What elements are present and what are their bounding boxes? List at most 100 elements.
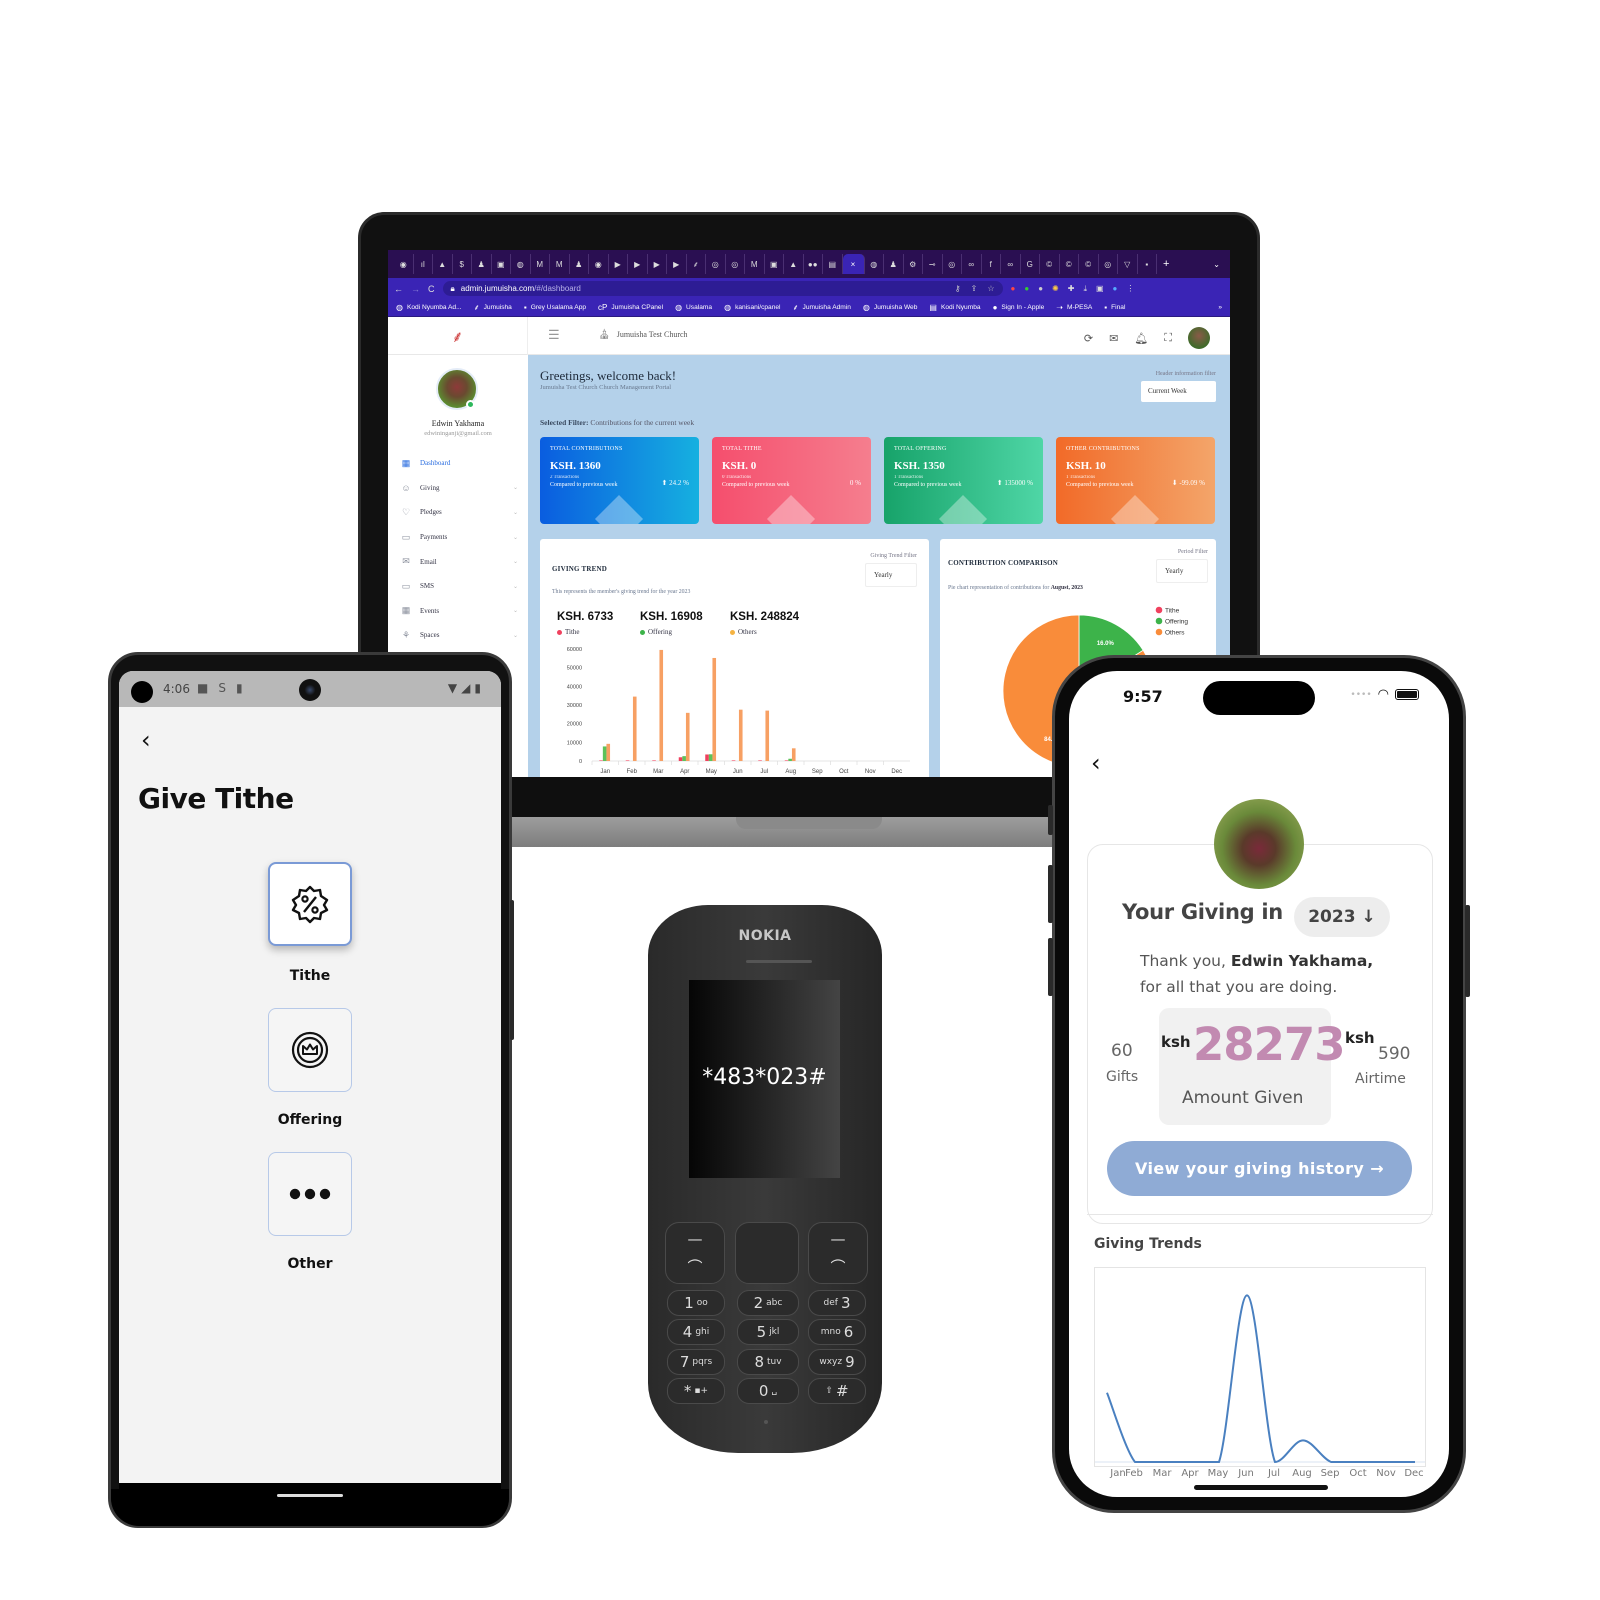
keypad-key-6[interactable]: mno 6 <box>808 1319 866 1345</box>
browser-tab[interactable]: ◍ <box>865 254 884 274</box>
bar-tithe[interactable] <box>731 760 736 761</box>
bell-icon[interactable]: 🔔︎ <box>1134 332 1148 345</box>
browser-tab[interactable]: ▽ <box>1118 254 1138 274</box>
bookmark-item[interactable]: ▤ Kodi Nyumba <box>929 303 980 312</box>
sidebar-item-giving[interactable]: ☺ Giving ⌄ <box>400 476 518 501</box>
browser-tab[interactable]: ▣ <box>492 254 511 274</box>
browser-tab[interactable]: M <box>745 254 765 274</box>
bookmark-item[interactable]: ◍ kanisani/cpanel <box>724 303 780 312</box>
bookmark-item[interactable]: cP Jumuisha CPanel <box>598 303 663 312</box>
extension-icon[interactable]: ● <box>1011 284 1016 293</box>
back-button[interactable]: ‹ <box>141 726 151 754</box>
back-button[interactable]: ‹ <box>1091 749 1101 777</box>
browser-tab[interactable]: © <box>1040 254 1060 274</box>
browser-tab[interactable]: ●● <box>804 254 823 274</box>
home-gesture-bar[interactable] <box>277 1494 343 1497</box>
browser-tab[interactable]: f <box>982 254 1001 274</box>
church-selector[interactable]: ⛪︎ Jumuisha Test Church <box>598 329 688 340</box>
browser-tab[interactable]: ♟ <box>570 254 589 274</box>
bar-others[interactable] <box>765 710 770 761</box>
browser-tab[interactable]: ⸙ <box>687 254 706 274</box>
bar-tithe[interactable] <box>758 760 762 761</box>
bar-offering[interactable] <box>682 756 686 761</box>
sidebar-item-spaces[interactable]: ⚘ Spaces ⌄ <box>400 623 518 648</box>
keypad-key-*[interactable]: * ▪+ <box>667 1378 725 1404</box>
browser-tab[interactable]: ◎ <box>943 254 962 274</box>
year-selector[interactable]: 2023 ↓ <box>1294 897 1390 937</box>
address-bar[interactable]: 🔒︎ admin.jumuisha.com/#/dashboard ⚷ ⇪ ☆ <box>442 281 1003 296</box>
stat-card[interactable]: TOTAL TITHE KSH. 0 0 Transactions Compared … <box>712 437 871 524</box>
giving-trend-filter-select[interactable]: Yearly <box>865 563 917 587</box>
keypad-key-2[interactable]: 2 abc <box>737 1290 799 1316</box>
reload-icon[interactable]: C <box>428 284 435 294</box>
bookmark-item[interactable]: ⸙ Jumuisha Admin <box>793 302 851 313</box>
keypad-key-5[interactable]: 5 jkl <box>737 1319 799 1345</box>
bar-tithe[interactable] <box>625 760 630 761</box>
sidebar-item-events[interactable]: ▦ Events ⌄ <box>400 599 518 624</box>
bar-others[interactable] <box>712 657 717 761</box>
bar-tithe[interactable] <box>678 757 683 761</box>
extensions-puzzle-icon[interactable]: ✚ <box>1068 284 1075 293</box>
user-avatar[interactable] <box>1188 327 1210 349</box>
right-softkey-end-button[interactable]: — ⌒ <box>808 1222 868 1284</box>
give-option-other[interactable] <box>268 1152 352 1236</box>
bar-others[interactable] <box>685 712 690 761</box>
share-icon[interactable]: ⇪ <box>971 284 978 293</box>
sidebar-item-payments[interactable]: ▭ Payments ⌄ <box>400 525 518 550</box>
jumuisha-logo[interactable]: ⸙ <box>388 317 528 355</box>
bar-others[interactable] <box>632 696 637 761</box>
bar-others[interactable] <box>738 709 743 761</box>
bookmark-item[interactable]: ◍ Kodi Nyumba Ad... <box>396 303 462 312</box>
new-tab-button[interactable]: + <box>1163 258 1169 270</box>
keypad-key-8[interactable]: 8 tuv <box>737 1349 799 1375</box>
browser-tab[interactable]: ıl <box>414 254 433 274</box>
sidebar-item-pledges[interactable]: ♡ Pledges ⌄ <box>400 500 518 525</box>
browser-tab[interactable]: ▶ <box>648 254 667 274</box>
giving-trend-line[interactable] <box>1106 1294 1415 1464</box>
tab-search-chevron-icon[interactable]: ⌄ <box>1213 260 1220 269</box>
download-icon[interactable]: ⤓ <box>1083 284 1087 294</box>
give-option-tithe[interactable] <box>268 862 352 946</box>
bookmark-item[interactable]: ▪ Final <box>1104 303 1125 312</box>
browser-menu-icon[interactable]: ⋮ <box>1126 284 1134 293</box>
bookmark-item[interactable]: ▪ Grey Usalama App <box>524 303 586 312</box>
period-filter-select[interactable]: Yearly <box>1156 559 1208 583</box>
bookmark-item[interactable]: ⸙ Jumuisha <box>474 302 512 313</box>
bar-others[interactable] <box>606 743 611 761</box>
key-icon[interactable]: ⚷ <box>955 284 961 293</box>
browser-tab[interactable]: $ <box>453 254 472 274</box>
left-softkey-call-button[interactable]: — ⌒ <box>665 1222 725 1284</box>
browser-tab[interactable]: ◉ <box>394 254 414 274</box>
bar-others[interactable] <box>791 748 796 761</box>
browser-tab[interactable]: ◎ <box>1099 254 1118 274</box>
browser-tab[interactable]: ▪ <box>1138 254 1157 274</box>
bar-offering[interactable] <box>602 746 607 761</box>
keypad-key-3[interactable]: def 3 <box>808 1290 866 1316</box>
back-icon[interactable]: ← <box>394 284 403 294</box>
bar-tithe[interactable] <box>652 760 656 761</box>
browser-tab[interactable]: ▶ <box>667 254 687 274</box>
bar-tithe[interactable] <box>784 760 789 761</box>
extension-icon[interactable]: ● <box>1024 284 1029 293</box>
browser-tab[interactable]: ▶ <box>628 254 648 274</box>
browser-tab[interactable]: ∞ <box>1001 254 1021 274</box>
browser-tab[interactable]: M <box>550 254 570 274</box>
browser-tab[interactable]: ◉ <box>589 254 609 274</box>
sidebar-item-email[interactable]: ✉ Email ⌄ <box>400 549 518 574</box>
browser-tab[interactable]: ◍ <box>511 254 531 274</box>
extension-icon[interactable]: ● <box>1038 284 1043 293</box>
keypad-key-1[interactable]: 1 oo <box>667 1290 725 1316</box>
keypad-key-4[interactable]: 4 ghi <box>667 1319 725 1345</box>
keypad-key-7[interactable]: 7 pqrs <box>667 1349 725 1375</box>
bar-tithe[interactable] <box>599 760 603 761</box>
browser-tab[interactable]: G <box>1021 254 1040 274</box>
keypad-key-#[interactable]: ⇧ # <box>808 1378 866 1404</box>
bookmarks-overflow-button[interactable]: » <box>1218 304 1222 311</box>
sidepanel-icon[interactable]: ▣ <box>1096 284 1104 293</box>
browser-tab[interactable]: ♟ <box>472 254 492 274</box>
stat-card[interactable]: TOTAL OFFERING KSH. 1350 1 Transactions Com… <box>884 437 1043 524</box>
header-filter-select[interactable]: Current Week <box>1141 381 1216 402</box>
extension-icon[interactable]: ✺ <box>1052 284 1059 293</box>
bar-others[interactable] <box>659 649 664 761</box>
bookmark-item[interactable]: ◍ Jumuisha Web <box>863 303 917 312</box>
